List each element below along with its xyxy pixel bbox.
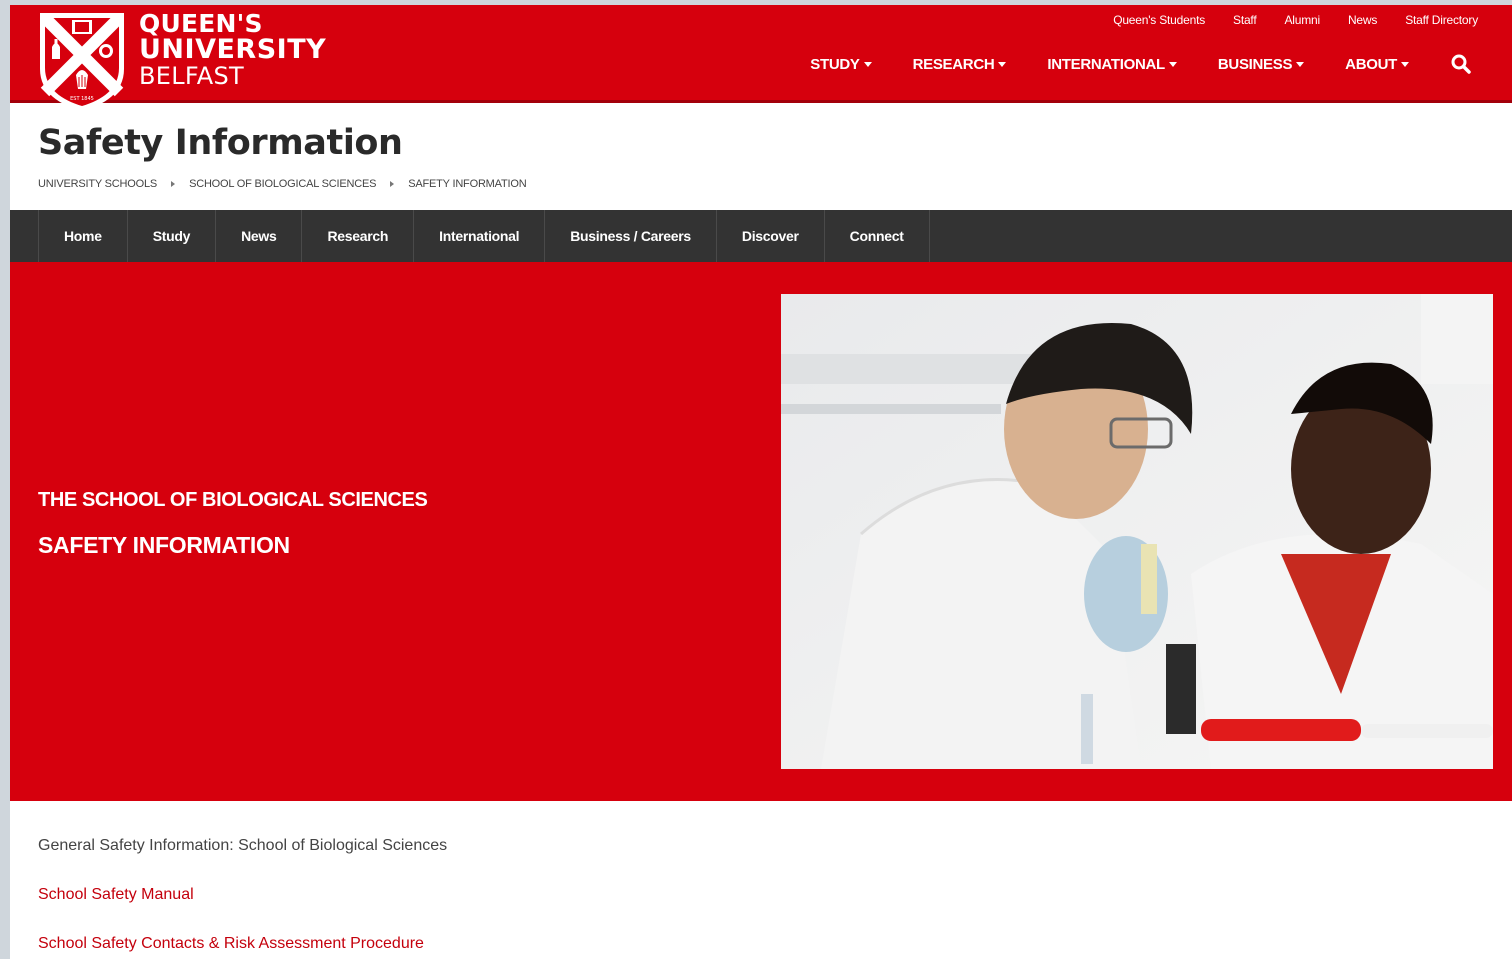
breadcrumb-current: SAFETY INFORMATION (408, 178, 527, 190)
caret-down-icon (863, 61, 872, 67)
section-tab-home[interactable]: Home (38, 210, 128, 262)
link-school-safety-manual[interactable]: School Safety Manual (38, 886, 194, 904)
breadcrumb: UNIVERSITY SCHOOLS SCHOOL OF BIOLOGICAL … (38, 178, 527, 190)
util-link-queens-students[interactable]: Queen's Students (1113, 13, 1205, 27)
main-nav-business[interactable]: BUSINESS (1217, 55, 1305, 73)
wordmark-line-3: BELFAST (139, 62, 245, 90)
university-logo[interactable]: EST 1845 QUEEN'S UNIVERSITY BELFAST (36, 7, 328, 113)
caret-down-icon (998, 61, 1007, 67)
utility-nav: Queen's Students Staff Alumni News Staff… (1113, 13, 1478, 27)
util-link-staff[interactable]: Staff (1233, 13, 1257, 27)
section-nav: Home Study News Research International B… (10, 210, 1512, 262)
caret-down-icon (1168, 61, 1177, 67)
site-header: EST 1845 QUEEN'S UNIVERSITY BELFAST Quee… (10, 5, 1512, 111)
main-nav: STUDY RESEARCH INTERNATIONAL BUSINESS AB… (769, 53, 1472, 75)
link-safety-contacts-risk-assessment[interactable]: School Safety Contacts & Risk Assessment… (38, 935, 424, 953)
util-link-alumni[interactable]: Alumni (1284, 13, 1320, 27)
main-nav-study[interactable]: STUDY (810, 55, 872, 73)
hero-banner: THE SCHOOL OF BIOLOGICAL SCIENCES SAFETY… (10, 262, 1512, 801)
main-nav-label: STUDY (810, 55, 860, 73)
wordmark-line-2: UNIVERSITY (139, 34, 327, 65)
section-tab-connect[interactable]: Connect (825, 210, 930, 262)
search-button[interactable] (1450, 53, 1472, 75)
main-nav-research[interactable]: RESEARCH (913, 56, 1007, 73)
lab-scientists-image (781, 294, 1493, 769)
main-nav-label: INTERNATIONAL (1047, 55, 1165, 73)
section-tab-international[interactable]: International (414, 210, 546, 262)
hero-kicker: THE SCHOOL OF BIOLOGICAL SCIENCES (38, 489, 428, 511)
main-nav-label: RESEARCH (912, 55, 995, 73)
intro-text: General Safety Information: School of Bi… (38, 837, 448, 854)
main-nav-label: ABOUT (1345, 55, 1397, 73)
breadcrumb-university-schools[interactable]: UNIVERSITY SCHOOLS (38, 178, 157, 190)
crest-logo-icon: EST 1845 (40, 13, 124, 111)
util-link-news[interactable]: News (1348, 13, 1377, 27)
breadcrumb-arrow-icon (390, 181, 395, 187)
section-tab-news[interactable]: News (216, 210, 303, 262)
section-tab-study[interactable]: Study (128, 210, 217, 262)
main-nav-label: BUSINESS (1217, 55, 1293, 73)
caret-down-icon (1401, 61, 1409, 67)
main-nav-international[interactable]: INTERNATIONAL (1047, 55, 1177, 73)
breadcrumb-arrow-icon (171, 181, 176, 187)
section-tab-discover[interactable]: Discover (717, 210, 825, 262)
page-title: Safety Information (38, 123, 403, 163)
util-link-staff-directory[interactable]: Staff Directory (1405, 13, 1478, 27)
caret-down-icon (1296, 61, 1305, 67)
wordmark: QUEEN'S UNIVERSITY BELFAST (139, 11, 327, 90)
search-icon (1451, 54, 1471, 74)
main-nav-about[interactable]: ABOUT (1345, 56, 1409, 73)
hero-lab-photo (781, 294, 1493, 769)
hero-subtitle: SAFETY INFORMATION (38, 532, 290, 558)
section-tab-research[interactable]: Research (302, 210, 415, 262)
crest-year: EST 1845 (70, 96, 94, 102)
section-tab-business-careers[interactable]: Business / Careers (545, 210, 717, 262)
breadcrumb-school-of-biological-sciences[interactable]: SCHOOL OF BIOLOGICAL SCIENCES (189, 178, 376, 190)
page: EST 1845 QUEEN'S UNIVERSITY BELFAST Quee… (10, 5, 1512, 959)
